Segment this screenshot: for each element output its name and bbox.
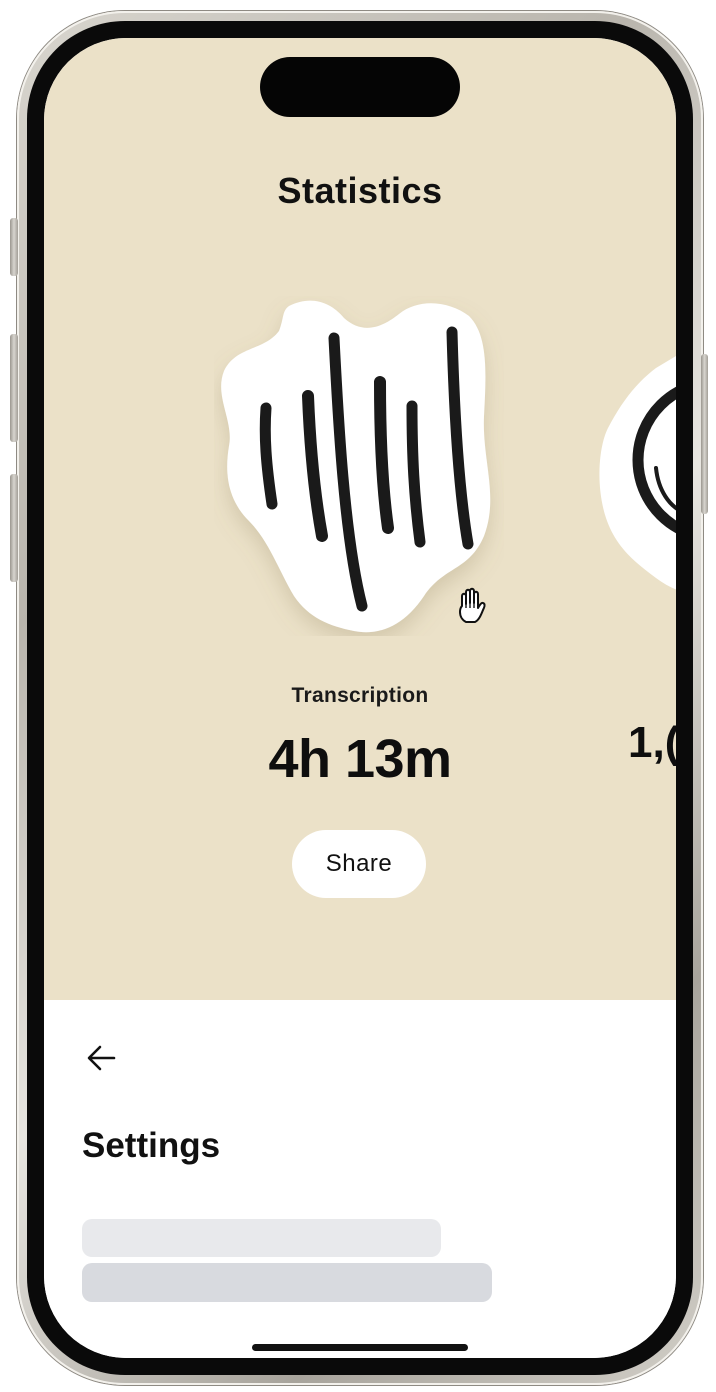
volume-down-button bbox=[10, 474, 18, 582]
next-card-value: 1,( bbox=[628, 718, 676, 767]
loading-skeleton bbox=[82, 1263, 492, 1302]
loading-skeleton bbox=[82, 1219, 441, 1257]
card-value: 4h 13m bbox=[268, 729, 452, 789]
arrow-left-icon[interactable] bbox=[82, 1038, 122, 1078]
circle-smile-icon[interactable] bbox=[596, 348, 676, 608]
card-label: Transcription bbox=[291, 684, 429, 707]
dynamic-island bbox=[260, 57, 460, 117]
action-button bbox=[10, 218, 18, 276]
statistics-panel[interactable]: Statistics Transcription 4h 13m 1,(Shar… bbox=[44, 38, 676, 1000]
phone-screen: Statistics Transcription 4h 13m 1,(Shar… bbox=[44, 38, 676, 1358]
volume-up-button bbox=[10, 334, 18, 442]
share-button[interactable]: Share bbox=[292, 830, 426, 898]
settings-title: Settings bbox=[82, 1126, 221, 1165]
home-indicator[interactable] bbox=[252, 1344, 468, 1351]
settings-panel: Settings bbox=[44, 1000, 676, 1358]
power-button bbox=[701, 354, 708, 514]
statistics-title: Statistics bbox=[277, 170, 443, 211]
grab-hand-icon bbox=[459, 587, 486, 623]
